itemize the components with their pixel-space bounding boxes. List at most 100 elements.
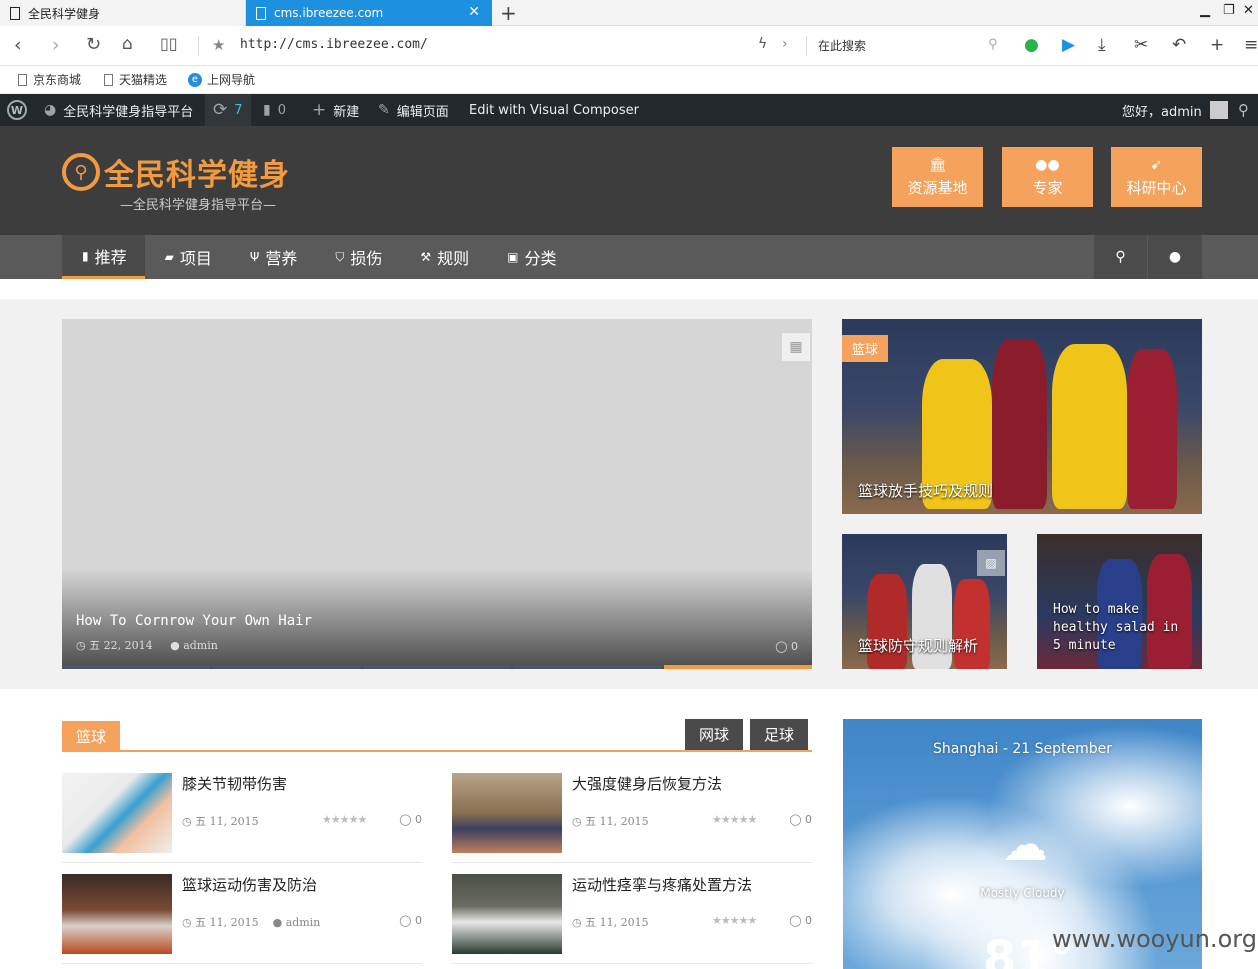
minimize-icon[interactable]: ▁ [1200,3,1210,18]
address-bar: ‹ › ↻ ⌂ ▯▯ ★ http://cms.ibreezee.com/ ϟ … [0,26,1258,66]
search-icon: ⚲ [1115,249,1126,265]
featured-title[interactable]: 篮球放手技巧及规则 [858,482,993,500]
list-item[interactable]: 运动性痉挛与疼痛处置方法 ◷ 五 11, 2015 ★★★★★ ◯ 0 [452,874,812,964]
slider-author[interactable]: admin [183,639,218,652]
experts-button[interactable]: ●● 专家 [1002,147,1093,207]
slider-dot[interactable] [62,665,211,669]
close-window-icon[interactable]: ✕ [1243,3,1254,18]
visual-composer-link[interactable]: Edit with Visual Composer [469,94,639,126]
research-center-button[interactable]: ➹ 科研中心 [1111,147,1202,207]
player-image [1052,344,1127,509]
browser-tab-2[interactable]: cms.ibreezee.com ✕ [246,0,492,26]
inbox-icon: ▣ [507,250,519,264]
edit-page-link[interactable]: ✎ 编辑页面 [378,94,449,126]
nav-item-categories[interactable]: ▣ 分类 [487,235,574,279]
url-field[interactable]: http://cms.ibreezee.com/ [240,37,428,52]
post-comments[interactable]: ◯ 0 [399,914,422,927]
nav-search-button[interactable]: ⚲ [1094,235,1148,279]
nav-item-rules[interactable]: ⚒ 规则 [400,235,487,279]
back-icon[interactable]: ‹ [14,34,22,56]
nav-item-projects[interactable]: ▰ 项目 [145,235,230,279]
featured-title[interactable]: 篮球防守规则解析 [858,637,991,655]
tab-football[interactable]: 足球 [750,719,809,750]
scissors-icon[interactable]: ✂ [1134,35,1148,55]
list-item[interactable]: 膝关节韧带伤害 ◷ 五 11, 2015 ★★★★★ ◯ 0 [62,773,422,863]
post-comments[interactable]: ◯ 0 [399,813,422,826]
ie-icon: e [188,72,202,87]
slider-dot[interactable] [212,665,361,669]
nav-item-recommend[interactable]: ▮ 推荐 [62,235,145,279]
lightning-icon[interactable]: ϟ [758,36,767,52]
player-image [1127,349,1177,509]
updates-icon: ⟳ [213,100,228,120]
featured-post-small[interactable]: How to make healthy salad in 5 minute [1037,534,1202,669]
tab-tennis[interactable]: 网球 [685,719,744,750]
undo-icon[interactable]: ↶ [1172,35,1186,55]
button-label: 科研中心 [1126,178,1187,197]
featured-post-small[interactable]: ▨ 篮球防守规则解析 [842,534,1007,669]
post-thumbnail[interactable] [62,874,172,954]
bookmark-tmall[interactable]: 天猫精选 [104,71,167,88]
nav-item-nutrition[interactable]: Ψ 营养 [230,235,315,279]
download-icon[interactable]: ⤓ [1098,35,1106,55]
post-comments[interactable]: ◯ 0 [789,813,812,826]
post-title[interactable]: 膝关节韧带伤害 [182,773,287,794]
site-logo[interactable]: ⚲ 全民科学健身 [62,150,290,194]
logo-mark-icon: ⚲ [62,153,100,191]
home-icon[interactable]: ⌂ [122,34,133,54]
admin-search-icon[interactable]: ⚲ [1238,94,1249,126]
nav-item-injury[interactable]: ⛉ 损伤 [315,235,400,279]
refresh-icon[interactable]: ↻ [86,34,101,55]
comment-icon: ◯ [775,640,788,653]
featured-post-large[interactable]: 篮球 篮球放手技巧及规则 [842,319,1202,514]
list-item[interactable]: 篮球运动伤害及防治 ◷ 五 11, 2015 ● admin ◯ 0 [62,874,422,964]
bookmark-label: 京东商城 [33,73,82,87]
browser-tab-1[interactable]: 全民科学健身 [0,0,246,26]
new-tab-icon[interactable]: + [500,1,517,25]
menu-icon[interactable]: ≡ [1244,35,1258,55]
post-title[interactable]: 运动性痉挛与疼痛处置方法 [572,874,752,895]
post-author[interactable]: admin [286,916,321,929]
post-thumbnail[interactable] [62,773,172,853]
forward-icon[interactable]: › [52,34,60,56]
star-icon[interactable]: ★ [212,36,225,54]
book-icon: ▰ [164,250,174,264]
film-icon: ▦ [782,333,810,361]
comments-link[interactable]: ▮ 0 [263,94,286,126]
post-thumbnail[interactable] [452,773,562,853]
wechat-icon[interactable]: ● [1024,35,1039,55]
updates-link[interactable]: ⟳ 7 [205,94,251,126]
resource-base-button[interactable]: 🏛︎ 资源基地 [892,147,983,207]
restore-icon[interactable]: ❐ [1223,3,1235,18]
close-tab-icon[interactable]: ✕ [468,4,480,20]
my-account-link[interactable]: 您好，admin [1122,94,1228,126]
chevron-right-icon[interactable]: › [782,36,788,52]
search-icon[interactable]: ⚲ [988,37,998,52]
search-input[interactable]: 在此搜索 [808,32,1008,60]
post-thumbnail[interactable] [452,874,562,954]
new-content-link[interactable]: + 新建 [312,94,359,126]
slider-dot-active[interactable] [663,665,812,669]
nav-label: 推荐 [94,247,127,267]
slider-comments[interactable]: ◯ 0 [775,640,798,653]
post-title[interactable]: 篮球运动伤害及防治 [182,874,317,895]
slider-dot[interactable] [362,665,512,669]
featured-slider[interactable]: ▦ How To Cornrow Your Own Hair ◷ 五 22, 2… [62,319,812,669]
wordpress-logo[interactable]: W [7,94,27,126]
list-item[interactable]: 大强度健身后恢复方法 ◷ 五 11, 2015 ★★★★★ ◯ 0 [452,773,812,863]
bookmark-nav[interactable]: e 上网导航 [188,71,255,88]
category-badge[interactable]: 篮球 [842,335,889,362]
reading-view-icon[interactable]: ▯▯ [160,34,178,53]
featured-title[interactable]: How to make healthy salad in 5 minute [1053,601,1186,655]
site-name-link[interactable]: ◕ 全民科学健身指导平台 [44,94,193,126]
play-icon[interactable]: ▶ [1062,35,1075,55]
nav-user-button[interactable]: ● [1148,235,1202,279]
post-date: 五 11, 2015 [585,916,649,929]
bookmark-jd[interactable]: 京东商城 [18,71,81,88]
slider-title[interactable]: How To Cornrow Your Own Hair [76,613,312,629]
plus-icon[interactable]: + [1210,35,1224,55]
slider-dot[interactable] [513,665,662,669]
post-title[interactable]: 大强度健身后恢复方法 [572,773,722,794]
section-tag[interactable]: 篮球 [62,721,121,752]
post-comments[interactable]: ◯ 0 [789,914,812,927]
